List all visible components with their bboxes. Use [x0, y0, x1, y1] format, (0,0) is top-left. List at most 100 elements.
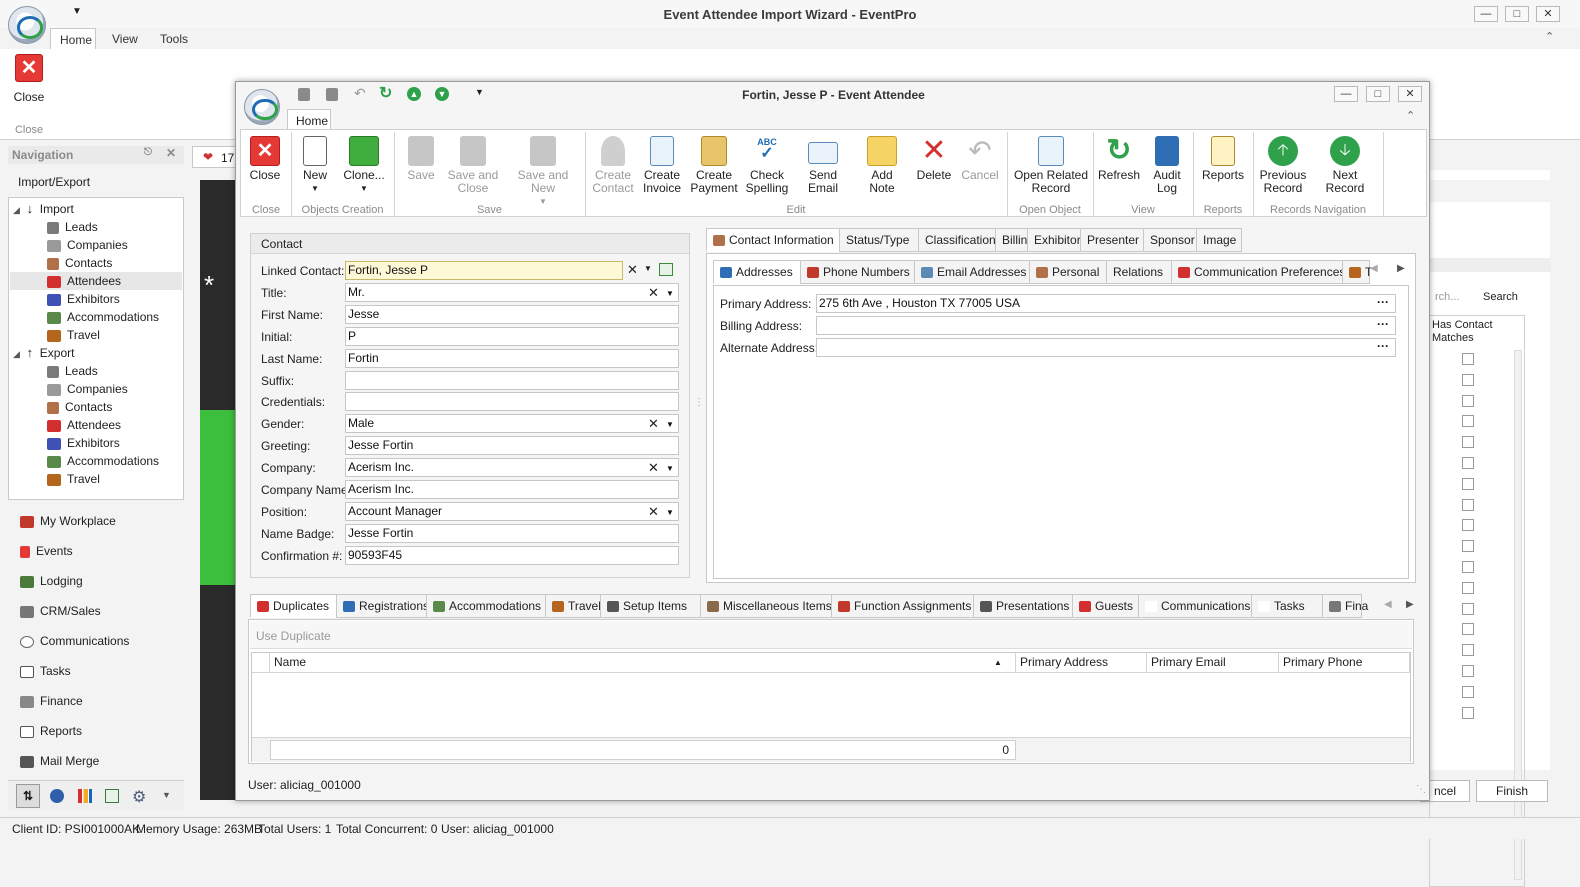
sub-tab-personal[interactable]: Personal	[1029, 260, 1107, 284]
bg-match-checkbox[interactable]	[1462, 477, 1474, 490]
bottom-tab-tasks[interactable]: Tasks	[1251, 594, 1323, 618]
minimize-button[interactable]: —	[1474, 6, 1498, 22]
qa-save-all-icon[interactable]	[326, 88, 338, 101]
qa-dropdown-icon[interactable]: ▼	[475, 87, 484, 97]
qa-down-icon[interactable]: ▼	[435, 87, 449, 101]
tree-export-attendees[interactable]: Attendees	[47, 416, 121, 434]
qa-up-icon[interactable]: ▲	[407, 87, 421, 101]
bg-match-checkbox[interactable]	[1462, 602, 1474, 615]
bg-match-checkbox[interactable]	[1462, 415, 1474, 428]
clear-x-icon[interactable]: ✕	[648, 284, 659, 301]
collapse-ribbon-icon[interactable]: ⌃	[1545, 30, 1554, 43]
inner-collapse-ribbon-icon[interactable]: ⌃	[1406, 109, 1415, 122]
globe-icon[interactable]	[50, 789, 64, 803]
bottom-tab-scroll-left-icon[interactable]: ◀	[1384, 599, 1392, 610]
nav-events[interactable]: Events	[8, 536, 184, 566]
col-primary-phone-header[interactable]: Primary Phone	[1279, 653, 1410, 672]
nav-close-icon[interactable]: ✕	[166, 146, 176, 160]
dropdown-arrow-icon[interactable]: ▼	[666, 460, 674, 477]
address-field-2[interactable]: ···	[816, 338, 1396, 357]
clear-x-icon[interactable]: ✕	[627, 262, 638, 278]
ellipsis-button-icon[interactable]: ···	[1377, 338, 1389, 355]
bg-match-checkbox[interactable]	[1462, 706, 1474, 719]
ribbon-create-invoice-button[interactable]: Create Invoice	[641, 136, 683, 195]
contact-field-2[interactable]: Jesse	[345, 304, 679, 324]
dropdown-arrow-icon[interactable]: ▼	[644, 264, 652, 273]
inner-maximize-button[interactable]: □	[1366, 86, 1390, 102]
bg-match-checkbox[interactable]	[1462, 561, 1474, 573]
nav-reports[interactable]: Reports	[8, 716, 184, 746]
bottom-tab-presentations[interactable]: Presentations	[973, 594, 1073, 618]
ribbon-save-button[interactable]: Save	[401, 136, 441, 182]
ellipsis-button-icon[interactable]: ···	[1377, 294, 1389, 311]
tree-import-leads[interactable]: Leads	[47, 218, 98, 236]
finish-button[interactable]: Finish	[1476, 780, 1548, 802]
ribbon-check-spelling-button[interactable]: ABC ✓ Check Spelling	[745, 136, 789, 195]
tree-import-companies[interactable]: Companies	[47, 236, 128, 254]
outer-tab-home[interactable]: Home	[50, 28, 96, 50]
inner-minimize-button[interactable]: —	[1334, 86, 1358, 102]
clear-x-icon[interactable]: ✕	[648, 415, 659, 432]
ribbon-open-related-button[interactable]: Open Related Record	[1013, 136, 1089, 195]
info-tab-exhibitor[interactable]: Exhibitor	[1027, 228, 1081, 252]
contact-field-3[interactable]: P	[345, 326, 679, 346]
dropdown-arrow-icon[interactable]: ▼	[666, 285, 674, 302]
contact-field-4[interactable]: Fortin	[345, 348, 679, 368]
info-tab-presenter[interactable]: Presenter	[1080, 228, 1144, 252]
nav-mail-merge[interactable]: Mail Merge	[8, 746, 184, 776]
bg-match-checkbox[interactable]	[1462, 623, 1474, 636]
contact-field-9[interactable]: Acerism Inc. ✕ ▼	[345, 458, 679, 478]
ribbon-create-payment-button[interactable]: Create Payment	[689, 136, 739, 195]
outer-tab-view[interactable]: View	[112, 32, 138, 46]
col-primary-email-header[interactable]: Primary Email	[1147, 653, 1279, 672]
ribbon-save-close-button[interactable]: Save and Close	[447, 136, 499, 195]
tree-export-contacts[interactable]: Contacts	[47, 398, 112, 416]
tree-export[interactable]: ◢ ↑ Export	[13, 344, 74, 362]
bg-match-checkbox[interactable]	[1462, 685, 1474, 698]
contact-field-5[interactable]	[345, 370, 679, 390]
pin-icon[interactable]: ⎋	[144, 147, 152, 158]
bg-match-checkbox[interactable]	[1462, 540, 1474, 553]
ribbon-clone-button[interactable]: Clone... ▼	[341, 136, 387, 195]
info-tab-classification[interactable]: Classification	[918, 228, 996, 252]
sub-tab-email-addresses[interactable]: Email Addresses	[914, 260, 1030, 284]
bottom-tab-communications[interactable]: Communications	[1138, 594, 1252, 618]
open-contact-card-icon[interactable]	[659, 263, 673, 276]
ribbon-reports-button[interactable]: Reports	[1199, 136, 1247, 182]
ribbon-send-email-button[interactable]: Send Email	[795, 136, 851, 195]
tree-export-travel[interactable]: Travel	[47, 470, 100, 488]
contact-field-13[interactable]: 90593F45	[345, 545, 679, 565]
app-logo-icon[interactable]	[8, 6, 46, 44]
bottom-tab-travel[interactable]: Travel	[545, 594, 601, 618]
bg-search-button[interactable]: Search	[1483, 291, 1518, 303]
sub-tab-communication-preferences[interactable]: Communication Preferences	[1171, 260, 1345, 284]
tree-import-accommodations[interactable]: Accommodations	[47, 308, 159, 326]
ribbon-next-record-button[interactable]: 🡣 Next Record	[1313, 136, 1377, 195]
tab-scroll-right-icon[interactable]: ▶	[1397, 263, 1405, 274]
tree-import-exhibitors[interactable]: Exhibitors	[47, 290, 120, 308]
nav-communications[interactable]: Communications	[8, 626, 184, 656]
bottom-tab-function-assignments[interactable]: Function Assignments	[831, 594, 974, 618]
bg-match-checkbox[interactable]	[1462, 644, 1474, 657]
tab-scroll-left-icon[interactable]: ◀	[1370, 263, 1378, 274]
bg-match-checkbox[interactable]	[1462, 436, 1474, 449]
tree-import-contacts[interactable]: Contacts	[47, 254, 112, 272]
col-name-header[interactable]: Name ▲	[270, 653, 1016, 672]
contact-field-8[interactable]: Jesse Fortin	[345, 436, 679, 456]
bottom-tab-fina[interactable]: Fina	[1322, 594, 1368, 618]
chevron-down-icon[interactable]: ▼	[162, 790, 171, 800]
contact-field-11[interactable]: Account Manager ✕ ▼	[345, 501, 679, 521]
dropdown-arrow-icon[interactable]: ▼	[666, 504, 674, 521]
bg-match-checkbox[interactable]	[1462, 665, 1474, 677]
bottom-tab-guests[interactable]: Guests	[1072, 594, 1139, 618]
tree-import-travel[interactable]: Travel	[47, 326, 100, 344]
info-tab-billing[interactable]: Billing	[995, 228, 1034, 252]
bg-match-checkbox[interactable]	[1462, 457, 1474, 469]
tree-export-companies[interactable]: Companies	[47, 380, 128, 398]
bottom-tab-miscellaneous-items[interactable]: Miscellaneous Items	[700, 594, 832, 618]
sub-tab-phone-numbers[interactable]: Phone Numbers	[800, 260, 915, 284]
info-tab-status-type[interactable]: Status/Type	[839, 228, 919, 252]
contact-field-10[interactable]: Acerism Inc.	[345, 480, 679, 499]
qa-undo-icon[interactable]: ↶	[354, 85, 366, 102]
tree-export-exhibitors[interactable]: Exhibitors	[47, 434, 120, 452]
